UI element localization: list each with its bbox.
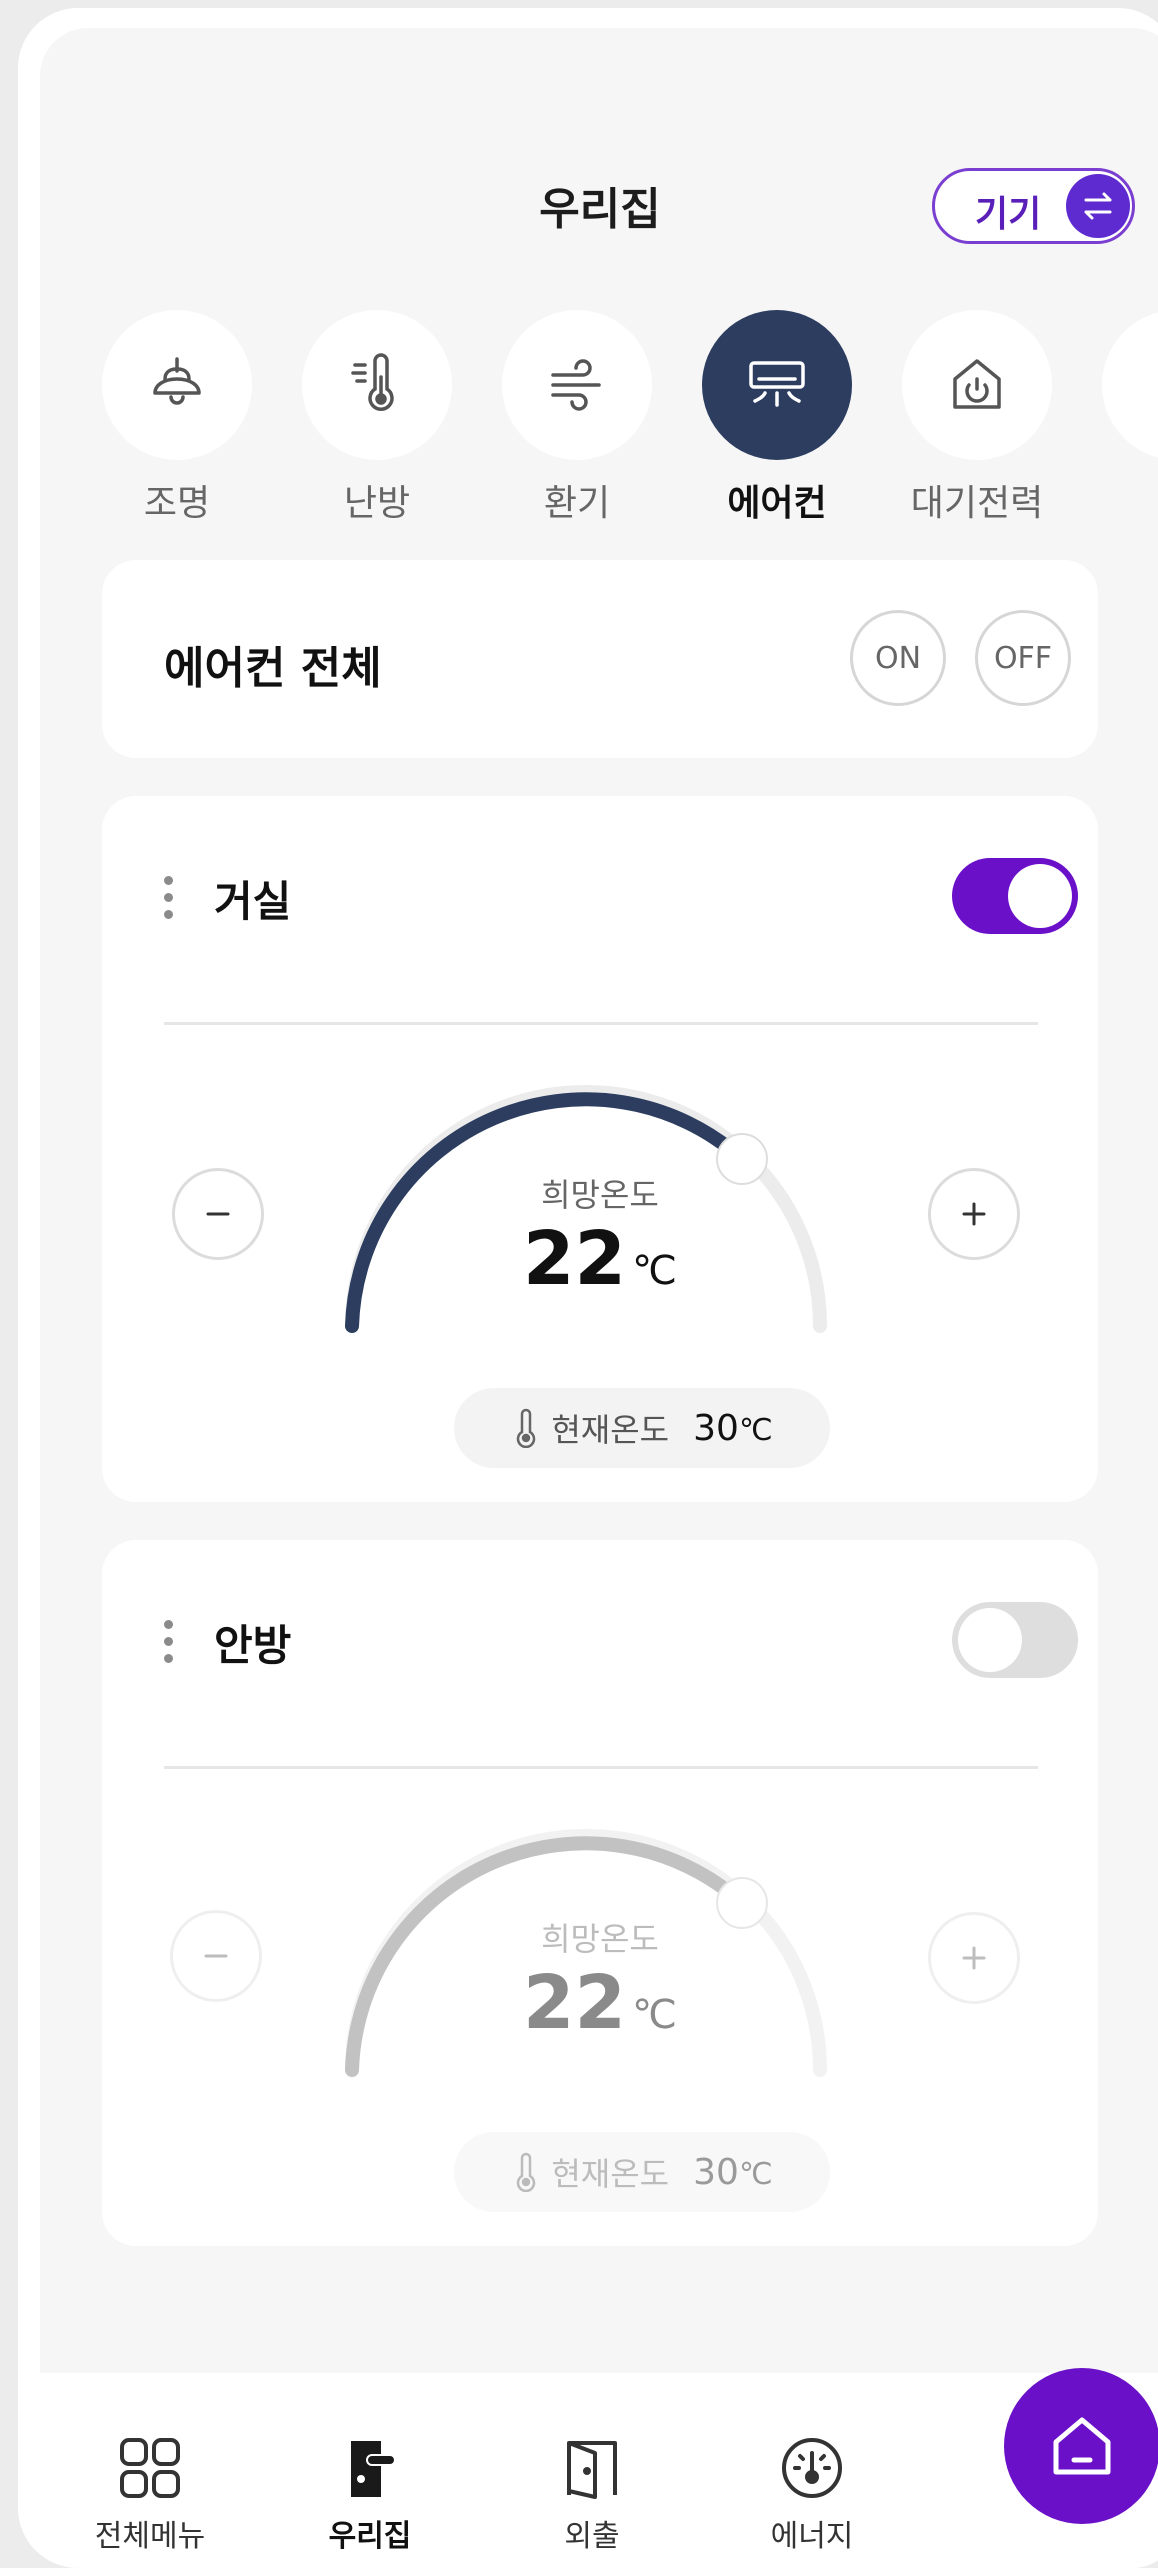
temp-unit: ℃ (632, 1248, 677, 1294)
all-ac-card: 에어컨 전체 ON OFF (102, 560, 1098, 758)
air-conditioner-icon (702, 310, 852, 460)
nav-label: 에너지 (770, 2519, 854, 2554)
lamp-icon (102, 310, 252, 460)
drag-handle-icon[interactable] (164, 876, 174, 927)
target-temp-value: 22 (523, 1960, 627, 2046)
current-temp-value: 30℃ (693, 1407, 773, 1449)
nav-all-menu[interactable]: 전체메뉴 (70, 2435, 230, 2555)
heating-thermometer-icon (302, 310, 452, 460)
door-exit-icon (567, 2441, 617, 2499)
all-off-button[interactable]: OFF (975, 610, 1071, 706)
grid-menu-icon (120, 2438, 180, 2498)
current-temp-label: 현재온도 (551, 1411, 670, 1449)
category-standby-power[interactable]: 대기전력 (902, 310, 1052, 526)
target-temp-display: 22 ℃ (102, 1216, 1098, 1302)
temp-unit: ℃ (632, 1992, 677, 2038)
drag-handle-icon[interactable] (164, 1620, 174, 1671)
nav-home[interactable]: 우리집 (290, 2435, 450, 2555)
nav-energy[interactable]: 에너지 (732, 2435, 892, 2555)
current-temp-value: 30℃ (693, 2151, 773, 2193)
room-card-master-bedroom: 안방 희망온도 22 ℃ 현재온도 30℃ (102, 1540, 1098, 2246)
power-toggle[interactable] (952, 1602, 1078, 1678)
category-heating[interactable]: 난방 (302, 310, 452, 526)
divider (164, 1022, 1038, 1025)
category-label: 대기전력 (910, 483, 1044, 524)
current-temp-pill: 현재온도 30℃ (454, 1388, 830, 1468)
category-more[interactable] (1102, 310, 1158, 460)
category-ventilation[interactable]: 환기 (502, 310, 652, 526)
home-door-icon (351, 2441, 396, 2497)
room-name: 안방 (214, 1621, 292, 1670)
category-label: 조명 (143, 483, 211, 524)
nav-label: 우리집 (328, 2519, 412, 2554)
target-temp-label: 희망온도 (541, 1176, 659, 1214)
device-switch-button[interactable]: 기기 (932, 168, 1135, 244)
swap-icon (1066, 174, 1130, 238)
room-name: 거실 (214, 877, 292, 926)
nav-label: 전체메뉴 (94, 2519, 206, 2554)
current-temp-pill: 현재온도 30℃ (454, 2132, 830, 2212)
standby-power-icon (902, 310, 1052, 460)
category-label: 환기 (543, 483, 611, 524)
energy-gauge-icon (782, 2438, 842, 2498)
device-switch-label: 기기 (975, 194, 1042, 235)
nav-away[interactable]: 외출 (512, 2435, 672, 2555)
current-temp-label: 현재온도 (551, 2155, 670, 2193)
divider (164, 1766, 1038, 1769)
room-card-living: 거실 희망온도 22 ℃ 현재온도 30℃ (102, 796, 1098, 1502)
category-label: 난방 (343, 483, 411, 524)
target-temp-value: 22 (523, 1216, 627, 1302)
thermometer-icon (517, 2152, 536, 2192)
all-on-button[interactable]: ON (850, 610, 946, 706)
nav-label: 외출 (564, 2519, 620, 2554)
home-fab-button[interactable] (1004, 2368, 1158, 2524)
wind-icon (502, 310, 652, 460)
bottom-navigation: 전체메뉴 우리집 외출 에너지 (40, 2373, 1158, 2568)
target-temp-label: 희망온도 (541, 1920, 659, 1958)
power-toggle[interactable] (952, 858, 1078, 934)
category-label: 에어컨 (727, 483, 827, 524)
home-icon (1053, 2417, 1111, 2475)
app-screen: 우리집 기기 조명 난방 환기 에어컨 대기전력 에어컨 전체 ON OFF 거… (40, 28, 1158, 2568)
target-temp-display: 22 ℃ (102, 1960, 1098, 2046)
category-lighting[interactable]: 조명 (102, 310, 252, 526)
thermometer-icon (517, 1408, 536, 1448)
all-ac-title: 에어컨 전체 (164, 643, 382, 694)
category-air-conditioner[interactable]: 에어컨 (702, 310, 852, 526)
